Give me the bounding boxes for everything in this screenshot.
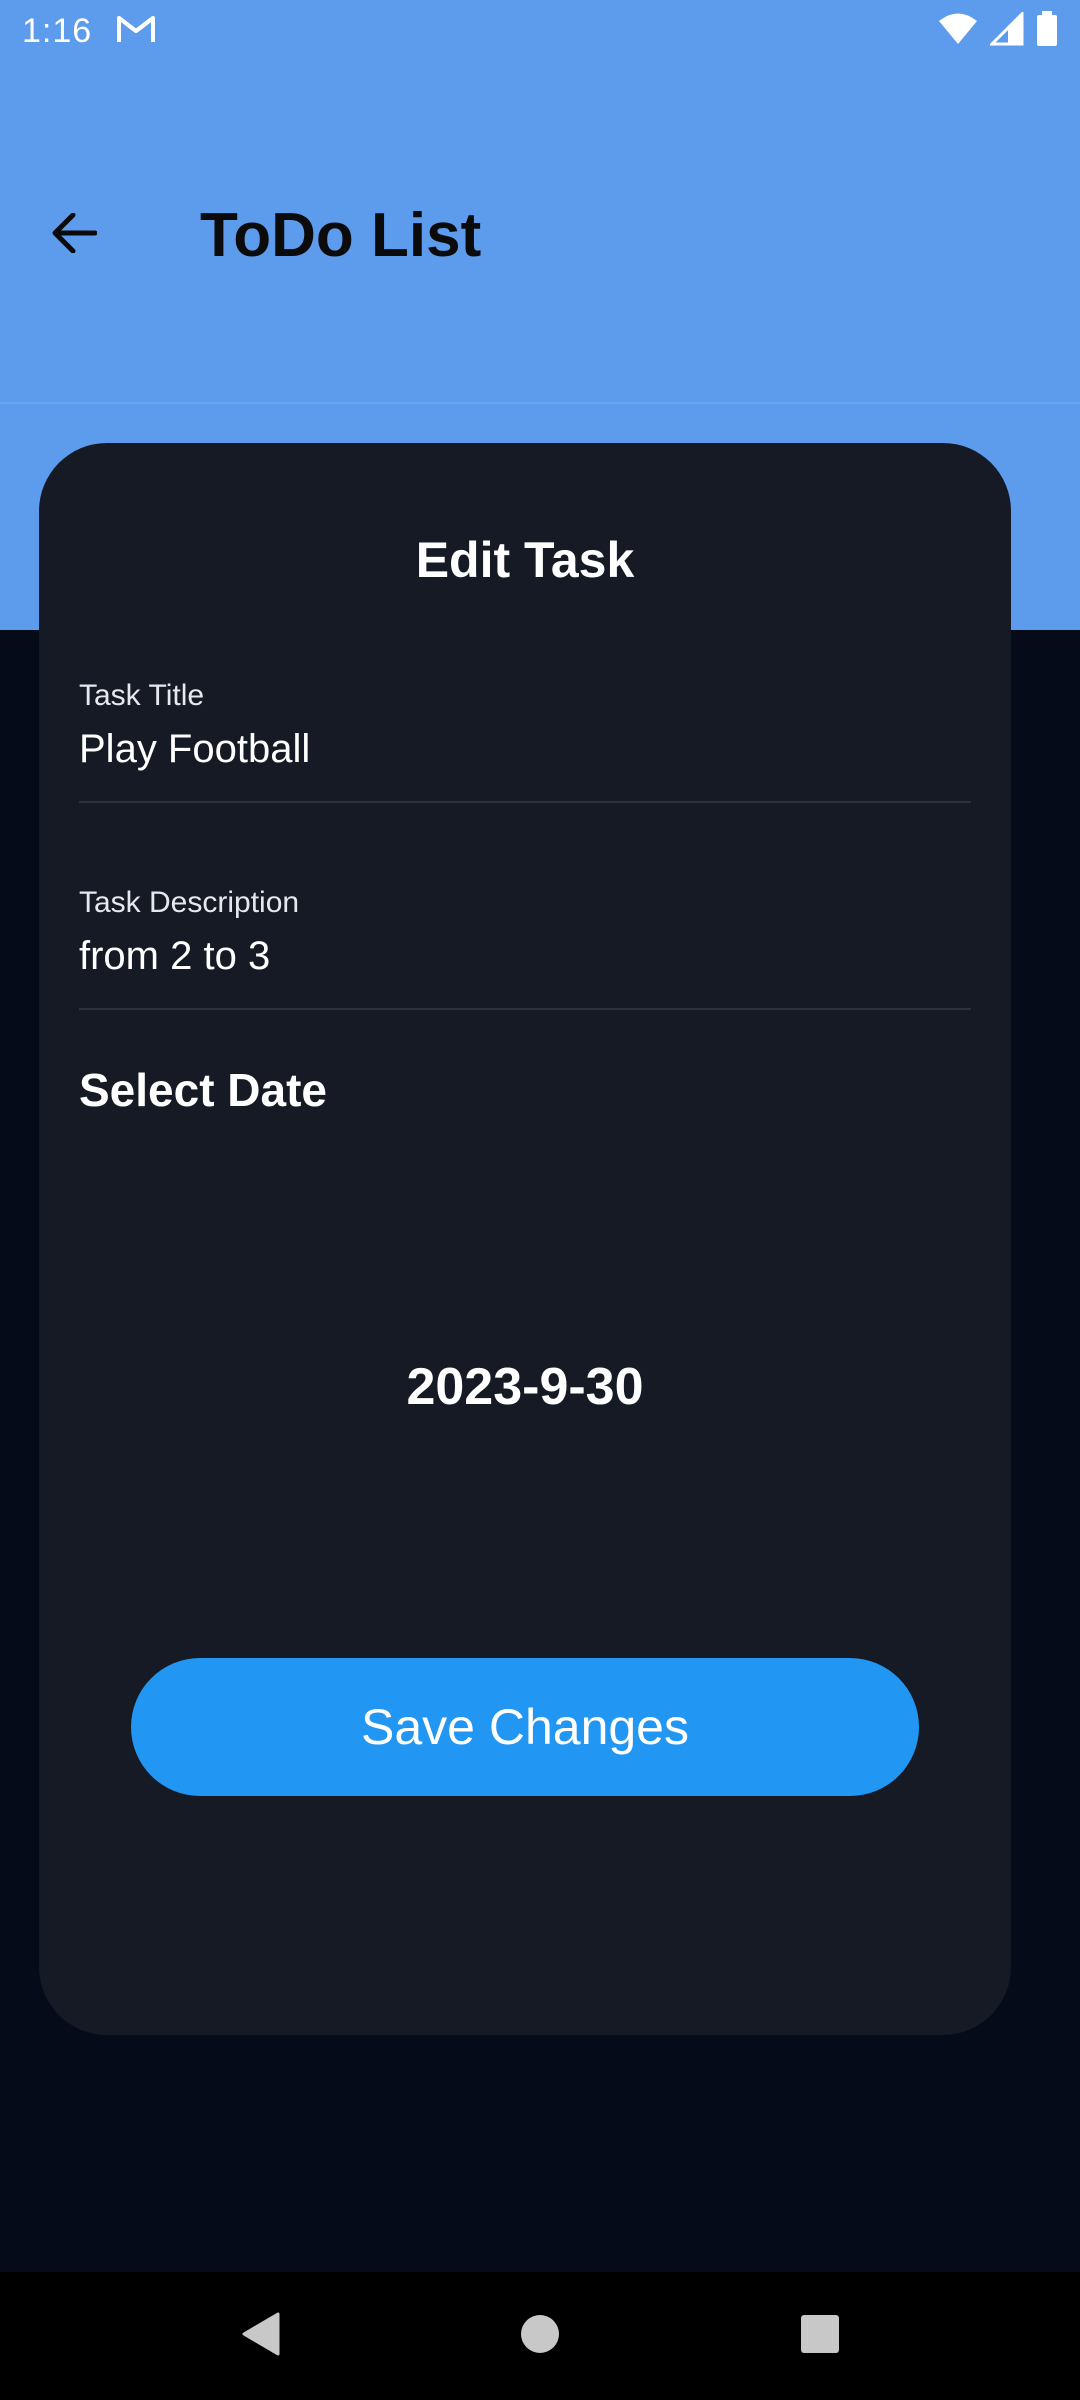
task-description-label: Task Description: [79, 886, 300, 919]
select-date-label: Select Date: [79, 1064, 328, 1116]
status-right: [938, 9, 1058, 52]
app-bar: ToDo List: [0, 170, 1080, 300]
back-button[interactable]: [24, 185, 124, 285]
task-title-input[interactable]: [79, 727, 971, 772]
edit-task-screen: 1:16 ToDo List Edit Task Task Title Play…: [0, 0, 1080, 2400]
arrow-back-icon: [51, 212, 98, 258]
nav-recents-button[interactable]: [775, 2291, 865, 2381]
back-triangle-icon: [240, 2311, 280, 2362]
gmail-icon: [116, 13, 156, 50]
status-time: 1:16: [22, 11, 93, 50]
task-title-field[interactable]: Task Title: [79, 673, 971, 803]
app-bar-divider: [0, 402, 1080, 404]
save-changes-button[interactable]: Save Changes: [131, 1658, 919, 1796]
task-description-field[interactable]: Task Description: [79, 880, 971, 1010]
status-bar: 1:16: [0, 0, 1080, 62]
nav-home-button[interactable]: [495, 2291, 585, 2381]
status-left: 1:16: [22, 12, 156, 51]
wifi-icon: [938, 12, 978, 51]
recents-square-icon: [800, 2314, 840, 2359]
nav-back-button[interactable]: [215, 2291, 305, 2381]
edit-task-card: Edit Task Task Title Task Description Se…: [39, 443, 1011, 2035]
battery-icon: [1036, 10, 1058, 52]
task-description-input[interactable]: [79, 934, 971, 979]
app-title: ToDo List: [200, 200, 482, 270]
signal-icon: [988, 9, 1024, 51]
selected-date-button[interactable]: 2023-9-30: [39, 1357, 1011, 1417]
task-title-label: Task Title: [79, 679, 205, 712]
home-circle-icon: [520, 2314, 560, 2359]
system-nav-bar: [0, 2272, 1080, 2400]
card-heading: Edit Task: [415, 532, 635, 588]
